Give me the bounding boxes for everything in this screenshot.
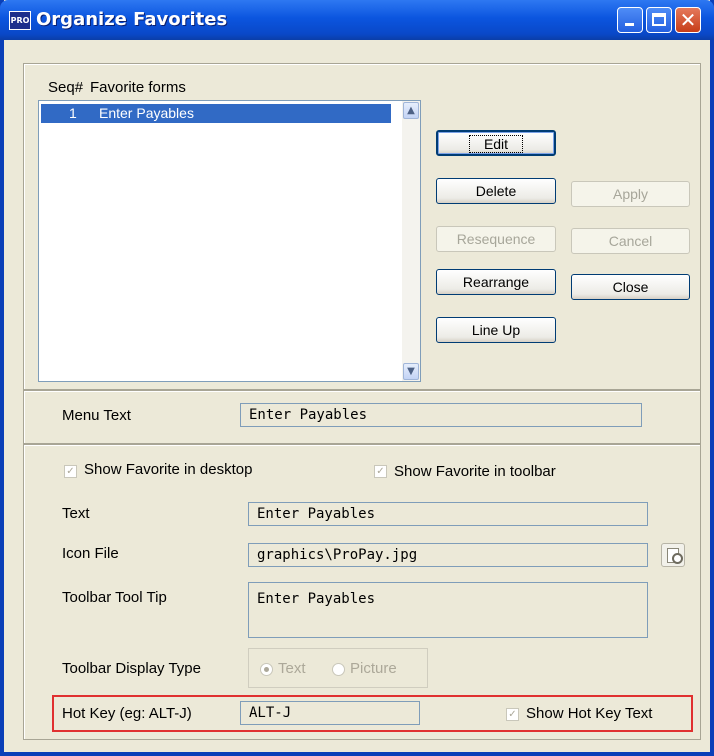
edit-button[interactable]: Edit (436, 130, 556, 156)
seq-header: Seq# (48, 79, 84, 96)
chevron-up-icon: ▲ (407, 105, 415, 116)
display-type-text-label: Text (278, 660, 306, 677)
show-toolbar-label: Show Favorite in toolbar (394, 463, 556, 480)
tooltip-label: Toolbar Tool Tip (62, 589, 167, 606)
delete-button[interactable]: Delete (436, 178, 556, 204)
list-item-seq: 1 (69, 105, 77, 121)
icon-file-label: Icon File (62, 545, 119, 562)
app-pro-icon: PRO (9, 11, 31, 30)
magnifier-icon (672, 553, 683, 564)
show-hot-key-checkbox[interactable]: ✓ (506, 708, 519, 721)
cancel-button[interactable]: Cancel (571, 228, 690, 254)
close-button[interactable]: Close (571, 274, 690, 300)
browse-icon-button[interactable] (661, 543, 685, 567)
edit-button-label: Edit (468, 135, 524, 153)
favorites-list[interactable]: 1 Enter Payables ▲ ▼ (38, 100, 421, 382)
line-up-button[interactable]: Line Up (436, 317, 556, 343)
tooltip-field[interactable]: Enter Payables (248, 582, 648, 638)
menu-text-field[interactable]: Enter Payables (240, 403, 642, 427)
scroll-up-button[interactable]: ▲ (403, 102, 419, 119)
window-title: Organize Favorites (36, 9, 228, 30)
hot-key-field[interactable]: ALT-J (240, 701, 420, 725)
text-field[interactable]: Enter Payables (248, 502, 648, 526)
vertical-scrollbar[interactable]: ▲ ▼ (402, 101, 420, 381)
maximize-icon (652, 13, 666, 26)
close-window-button[interactable]: ✕ (675, 7, 701, 33)
minimize-icon (625, 23, 634, 26)
list-item[interactable]: 1 Enter Payables (41, 104, 391, 123)
rearrange-button[interactable]: Rearrange (436, 269, 556, 295)
apply-button[interactable]: Apply (571, 181, 690, 207)
display-type-picture-label: Picture (350, 660, 397, 677)
close-icon: ✕ (679, 8, 697, 32)
minimize-button[interactable] (617, 7, 643, 33)
resequence-button[interactable]: Resequence (436, 226, 556, 252)
show-desktop-checkbox[interactable]: ✓ (64, 465, 77, 478)
chevron-down-icon: ▼ (407, 366, 415, 377)
maximize-button[interactable] (646, 7, 672, 33)
favorite-forms-header: Favorite forms (90, 79, 186, 96)
menu-text-label: Menu Text (62, 407, 131, 424)
hot-key-label: Hot Key (eg: ALT-J) (62, 705, 192, 722)
display-type-label: Toolbar Display Type (62, 660, 201, 677)
list-item-name: Enter Payables (99, 105, 194, 121)
title-bar[interactable]: PRO Organize Favorites ✕ (0, 0, 714, 40)
show-hot-key-label: Show Hot Key Text (526, 705, 653, 722)
organize-favorites-window: PRO Organize Favorites ✕ Seq# Favorite f… (0, 0, 714, 756)
show-desktop-label: Show Favorite in desktop (84, 461, 253, 478)
icon-file-field[interactable]: graphics\ProPay.jpg (248, 543, 648, 567)
show-toolbar-checkbox[interactable]: ✓ (374, 465, 387, 478)
text-label: Text (62, 505, 90, 522)
display-type-text-radio[interactable] (260, 663, 273, 676)
scroll-down-button[interactable]: ▼ (403, 363, 419, 380)
display-type-picture-radio[interactable] (332, 663, 345, 676)
